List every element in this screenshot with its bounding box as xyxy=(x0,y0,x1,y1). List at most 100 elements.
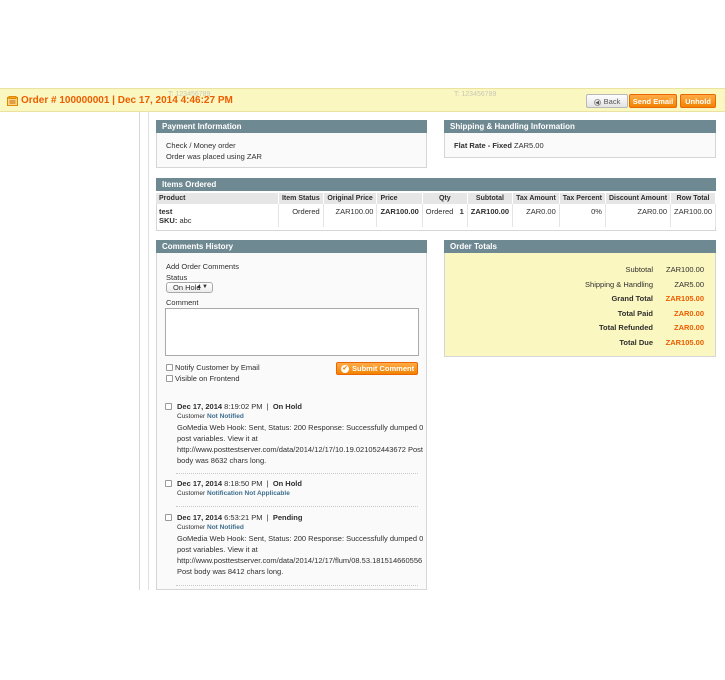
payment-method: Check / Money order xyxy=(166,141,236,150)
page-title: Order # 100000001 | Dec 17, 2014 4:46:27… xyxy=(21,95,233,106)
history-time: 6:53:21 PM xyxy=(224,513,263,522)
order-header-bar: T: 123456789 T: 123456789 Order # 100000… xyxy=(0,88,725,112)
history-date: Dec 17, 2014 xyxy=(177,479,223,488)
grand-total-label: Grand Total xyxy=(611,294,653,303)
history-item-header: Dec 17, 2014 6:53:21 PM | Pending xyxy=(177,513,303,522)
subtotal-label: Subtotal xyxy=(625,265,653,274)
original-price: ZAR100.00 xyxy=(323,204,378,216)
sku-value: abc xyxy=(179,216,192,225)
table-row-sku: SKU: abc xyxy=(156,216,716,227)
history-time: 8:19:02 PM xyxy=(224,402,263,411)
items-ordered-heading: Items Ordered xyxy=(156,178,716,191)
col-qty: Qty xyxy=(422,193,468,204)
payment-currency-note: Order was placed using ZAR xyxy=(166,152,262,161)
history-text-line: GoMedia Web Hook: Sent, Status: 200 Resp… xyxy=(177,423,424,432)
history-item-header: Dec 17, 2014 8:18:50 PM | On Hold xyxy=(177,479,302,488)
history-text-line: Post body was 8412 chars long. xyxy=(177,567,284,576)
order-totals-heading: Order Totals xyxy=(444,240,716,253)
history-text-line: http://www.posttestserver.com/data/2014/… xyxy=(177,556,423,565)
col-price: Price xyxy=(376,193,423,204)
send-email-button[interactable]: Send Email xyxy=(629,94,677,108)
total-due-label: Total Due xyxy=(619,338,653,347)
shipping-method: Flat Rate - Fixed ZAR5.00 xyxy=(454,141,544,150)
history-notification: Not Notified xyxy=(207,524,244,531)
items-table: Product Item Status Original Price Price… xyxy=(156,193,716,227)
history-customer-label: Customer xyxy=(177,524,206,531)
comments-history-heading: Comments History xyxy=(156,240,427,253)
product-name: test xyxy=(156,204,279,216)
col-tax-percent: Tax Percent xyxy=(559,193,606,204)
history-text-line: post variables. View it at xyxy=(177,545,258,554)
qty-value: 1 xyxy=(459,207,464,216)
add-comment-label: Add Order Comments xyxy=(166,262,239,271)
history-notification: Notification Not Applicable xyxy=(207,490,290,497)
order-icon xyxy=(7,96,18,106)
qty-label: Ordered xyxy=(425,207,454,216)
notify-customer-label: Notify Customer by Email xyxy=(175,363,260,372)
payment-info-body xyxy=(156,133,427,168)
ghost-phone-right: T: 123456789 xyxy=(454,91,497,98)
sku-cell: SKU: abc xyxy=(156,216,279,227)
visible-frontend-checkbox[interactable] xyxy=(166,375,173,382)
history-divider xyxy=(176,506,418,507)
select-arrows-icon: ▲▼ xyxy=(196,284,208,290)
total-due-value: ZAR105.00 xyxy=(665,338,704,347)
history-divider xyxy=(176,473,418,474)
back-button[interactable]: ◀ Back xyxy=(586,94,628,108)
history-notification: Not Notified xyxy=(207,413,244,420)
payment-info-heading: Payment Information xyxy=(156,120,427,133)
history-status: Pending xyxy=(272,513,303,522)
col-row-total: Row Total xyxy=(670,193,716,204)
shipping-method-name: Flat Rate - Fixed xyxy=(454,141,512,150)
total-refunded-label: Total Refunded xyxy=(598,323,653,332)
history-status: On Hold xyxy=(272,402,302,411)
col-tax-amount: Tax Amount xyxy=(512,193,560,204)
price: ZAR100.00 xyxy=(376,204,423,216)
status-label: Status xyxy=(166,273,188,282)
history-item-checkbox[interactable] xyxy=(165,514,172,521)
tax-percent: 0% xyxy=(559,204,606,216)
back-label: Back xyxy=(603,97,621,106)
history-time: 8:18:50 PM xyxy=(224,479,263,488)
comment-textarea[interactable] xyxy=(165,308,419,356)
row-total: ZAR100.00 xyxy=(670,204,716,216)
history-item-checkbox[interactable] xyxy=(165,480,172,487)
status-select[interactable]: On Hold ▲▼ xyxy=(166,282,213,293)
history-item-checkbox[interactable] xyxy=(165,403,172,410)
discount: ZAR0.00 xyxy=(605,204,672,216)
shipping-value: ZAR5.00 xyxy=(674,280,704,289)
col-discount: Discount Amount xyxy=(605,193,672,204)
visible-frontend-label: Visible on Frontend xyxy=(175,374,240,383)
subtotal: ZAR100.00 xyxy=(467,204,514,216)
submit-check-icon: ✔ xyxy=(341,365,349,373)
subtotal-value: ZAR100.00 xyxy=(666,265,704,274)
history-item-header: Dec 17, 2014 8:19:02 PM | On Hold xyxy=(177,402,302,411)
back-arrow-icon: ◀ xyxy=(593,99,601,106)
history-text-line: GoMedia Web Hook: Sent, Status: 200 Resp… xyxy=(177,534,424,543)
history-text-line: post variables. View it at xyxy=(177,434,258,443)
grand-total-value: ZAR105.00 xyxy=(665,294,704,303)
history-text-line: http://www.posttestserver.com/data/2014/… xyxy=(177,445,424,454)
shipping-info-heading: Shipping & Handling Information xyxy=(444,120,716,133)
history-notify: Customer Not Notified xyxy=(177,524,244,531)
total-paid-value: ZAR0.00 xyxy=(673,309,704,318)
history-status: On Hold xyxy=(272,479,302,488)
submit-comment-button[interactable]: ✔ Submit Comment xyxy=(336,362,418,375)
tax-amount: ZAR0.00 xyxy=(512,204,560,216)
history-text-line: body was 8632 chars long. xyxy=(177,456,267,465)
items-table-header: Product Item Status Original Price Price… xyxy=(156,193,716,204)
history-date: Dec 17, 2014 xyxy=(177,402,223,411)
unhold-button[interactable]: Unhold xyxy=(680,94,716,108)
col-product: Product xyxy=(156,193,279,204)
submit-comment-label: Submit Comment xyxy=(352,364,415,373)
notify-customer-checkbox[interactable] xyxy=(166,364,173,371)
item-status: Ordered xyxy=(278,204,324,216)
col-item-status: Item Status xyxy=(278,193,324,204)
history-customer-label: Customer xyxy=(177,413,206,420)
history-notify: Customer Not Notified xyxy=(177,413,244,420)
total-paid-label: Total Paid xyxy=(617,309,653,318)
shipping-amount: ZAR5.00 xyxy=(514,141,544,150)
history-date: Dec 17, 2014 xyxy=(177,513,223,522)
history-notify: Customer Notification Not Applicable xyxy=(177,490,290,497)
col-original-price: Original Price xyxy=(323,193,378,204)
